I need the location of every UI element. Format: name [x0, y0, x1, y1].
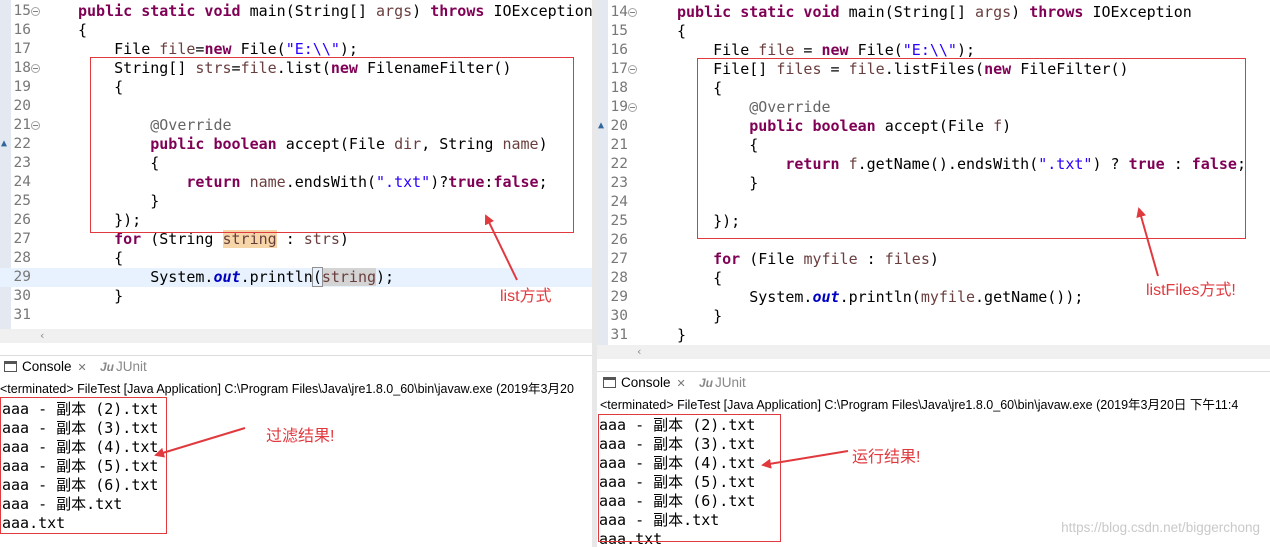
line-number: 25	[13, 193, 31, 209]
code-line[interactable]: 15 public static void main(String[] args)…	[0, 2, 592, 21]
line-number: 27	[13, 231, 31, 247]
close-icon[interactable]: ✕	[78, 362, 87, 374]
line-number: 27	[610, 251, 628, 267]
fold-toggle-icon[interactable]	[628, 65, 637, 74]
output-highlight-box	[0, 397, 167, 534]
line-number: 16	[13, 22, 31, 38]
code-text: }	[78, 287, 124, 305]
note-run-result: 运行结果!	[852, 449, 921, 466]
tab-console[interactable]: Console ✕	[4, 356, 87, 378]
line-number: 30	[610, 308, 628, 324]
console-icon	[4, 361, 17, 372]
close-icon[interactable]: ✕	[677, 378, 686, 390]
line-number: 29	[13, 269, 31, 285]
code-text: {	[78, 249, 124, 267]
console-icon	[603, 377, 616, 388]
line-number: 15	[610, 23, 628, 39]
editor-horizontal-scrollbar[interactable]: ‹	[0, 329, 592, 343]
code-text: }	[677, 307, 723, 325]
override-marker-icon: ▲	[598, 120, 605, 131]
fold-toggle-icon[interactable]	[31, 64, 40, 73]
code-line[interactable]: 31}	[597, 326, 1270, 345]
line-number: 15	[13, 3, 31, 19]
code-highlight-box	[697, 58, 1246, 239]
junit-icon: Ju	[699, 376, 714, 390]
code-line[interactable]: 28 {	[0, 249, 592, 268]
code-text: System.out.println(myfile.getName());	[677, 288, 1084, 306]
fold-toggle-icon[interactable]	[31, 121, 40, 130]
line-number: 31	[610, 327, 628, 343]
line-number: 31	[13, 307, 31, 323]
code-text: {	[78, 21, 88, 39]
fold-toggle-icon[interactable]	[31, 7, 40, 16]
code-line[interactable]: 14 public static void main(String[] args)…	[597, 3, 1270, 22]
terminated-status: <terminated> FileTest [Java Application]…	[600, 398, 1239, 412]
code-text: }	[677, 326, 687, 344]
line-number: 21	[13, 117, 31, 133]
line-number: 20	[610, 118, 628, 134]
code-text: for (File myfile : files)	[677, 250, 939, 268]
junit-icon: Ju	[100, 360, 115, 374]
line-number: 20	[13, 98, 31, 114]
console-tabbar-right: Console ✕ Ju JUnit	[597, 371, 1270, 396]
note-listfiles-method: listFiles方式!	[1146, 282, 1236, 299]
line-number: 18	[13, 60, 31, 76]
line-number: 30	[13, 288, 31, 304]
tab-junit[interactable]: Ju JUnit	[100, 356, 147, 378]
line-number: 22	[610, 156, 628, 172]
line-number: 19	[13, 79, 31, 95]
tab-console[interactable]: Console ✕	[603, 372, 686, 394]
chevron-left-icon[interactable]: ‹	[637, 345, 641, 359]
code-text: {	[677, 269, 723, 287]
override-marker-icon: ▲	[1, 138, 8, 149]
line-number: 23	[610, 175, 628, 191]
fold-toggle-icon[interactable]	[628, 103, 637, 112]
line-number: 28	[610, 270, 628, 286]
code-text: {	[677, 22, 687, 40]
console-tabbar-left: Console ✕ Ju JUnit	[0, 355, 592, 380]
line-number: 23	[13, 155, 31, 171]
line-number: 24	[610, 194, 628, 210]
line-number: 21	[610, 137, 628, 153]
line-number: 17	[610, 61, 628, 77]
chevron-left-icon[interactable]: ‹	[40, 329, 44, 343]
watermark: https://blog.csdn.net/biggerchong	[1061, 520, 1260, 535]
line-number: 19	[610, 99, 628, 115]
fold-toggle-icon[interactable]	[628, 8, 637, 17]
line-number: 22	[13, 136, 31, 152]
code-highlight-box	[90, 57, 574, 233]
line-number: 16	[610, 42, 628, 58]
tab-junit[interactable]: Ju JUnit	[699, 372, 746, 394]
code-line[interactable]: 16 {	[0, 21, 592, 40]
code-text: public static void main(String[] args) t…	[677, 3, 1192, 21]
code-line[interactable]: 15 {	[597, 22, 1270, 41]
code-line[interactable]: 30 }	[597, 307, 1270, 326]
editor-horizontal-scrollbar[interactable]: ‹	[597, 345, 1270, 359]
code-line[interactable]: 31	[0, 306, 592, 325]
line-number: 26	[13, 212, 31, 228]
right-screenshot: 14 public static void main(String[] args)…	[597, 0, 1270, 547]
note-filter-result: 过滤结果!	[266, 428, 335, 445]
line-number: 17	[13, 41, 31, 57]
code-text: public static void main(String[] args) t…	[78, 2, 592, 20]
code-text: System.out.println(string);	[78, 267, 395, 287]
line-number: 28	[13, 250, 31, 266]
code-line[interactable]: 27 for (File myfile : files)	[597, 250, 1270, 269]
output-highlight-box	[598, 414, 781, 542]
line-number: 14	[610, 4, 628, 20]
line-number: 25	[610, 213, 628, 229]
line-number: 26	[610, 232, 628, 248]
line-number: 29	[610, 289, 628, 305]
line-number: 18	[610, 80, 628, 96]
terminated-status: <terminated> FileTest [Java Application]…	[0, 382, 574, 396]
note-list-method: list方式	[500, 288, 552, 305]
line-number: 24	[13, 174, 31, 190]
left-screenshot: 15 public static void main(String[] args)…	[0, 0, 592, 547]
